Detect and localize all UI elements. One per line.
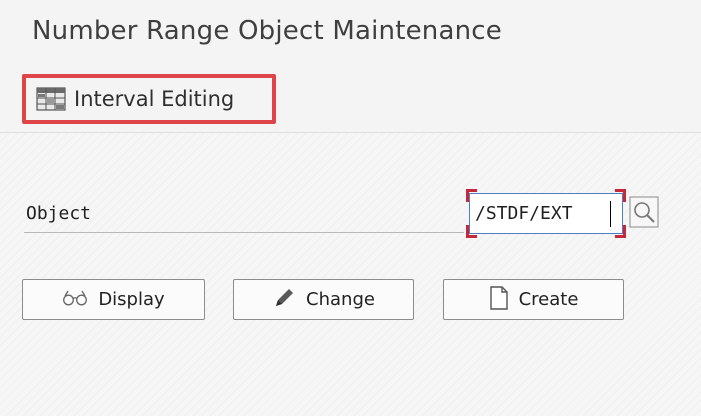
- interval-editing-button[interactable]: Interval Editing: [22, 74, 276, 124]
- pencil-icon: [272, 286, 296, 314]
- title-bar: Number Range Object Maintenance: [0, 0, 701, 66]
- toolbar: Interval Editing: [0, 66, 701, 133]
- document-icon: [489, 285, 509, 314]
- focus-corner: [615, 189, 626, 202]
- create-label: Create: [518, 289, 579, 310]
- change-button[interactable]: Change: [233, 279, 414, 320]
- create-button[interactable]: Create: [443, 279, 624, 320]
- table-grid-icon: [36, 86, 66, 112]
- object-field[interactable]: [466, 189, 627, 238]
- change-label: Change: [306, 289, 375, 310]
- search-help-icon: [629, 196, 659, 228]
- object-input[interactable]: [471, 195, 627, 231]
- content-area: [0, 133, 701, 416]
- object-underline: [24, 232, 464, 233]
- display-button[interactable]: Display: [22, 279, 205, 320]
- glasses-icon: [62, 289, 88, 311]
- search-help-button[interactable]: [628, 195, 664, 231]
- page-title: Number Range Object Maintenance: [32, 16, 502, 46]
- text-caret: [610, 201, 611, 227]
- display-label: Display: [98, 289, 165, 310]
- object-label: Object: [26, 203, 92, 224]
- focus-corner: [615, 225, 626, 238]
- interval-editing-label: Interval Editing: [74, 87, 235, 111]
- focus-corner: [466, 225, 477, 238]
- focus-corner: [466, 189, 477, 202]
